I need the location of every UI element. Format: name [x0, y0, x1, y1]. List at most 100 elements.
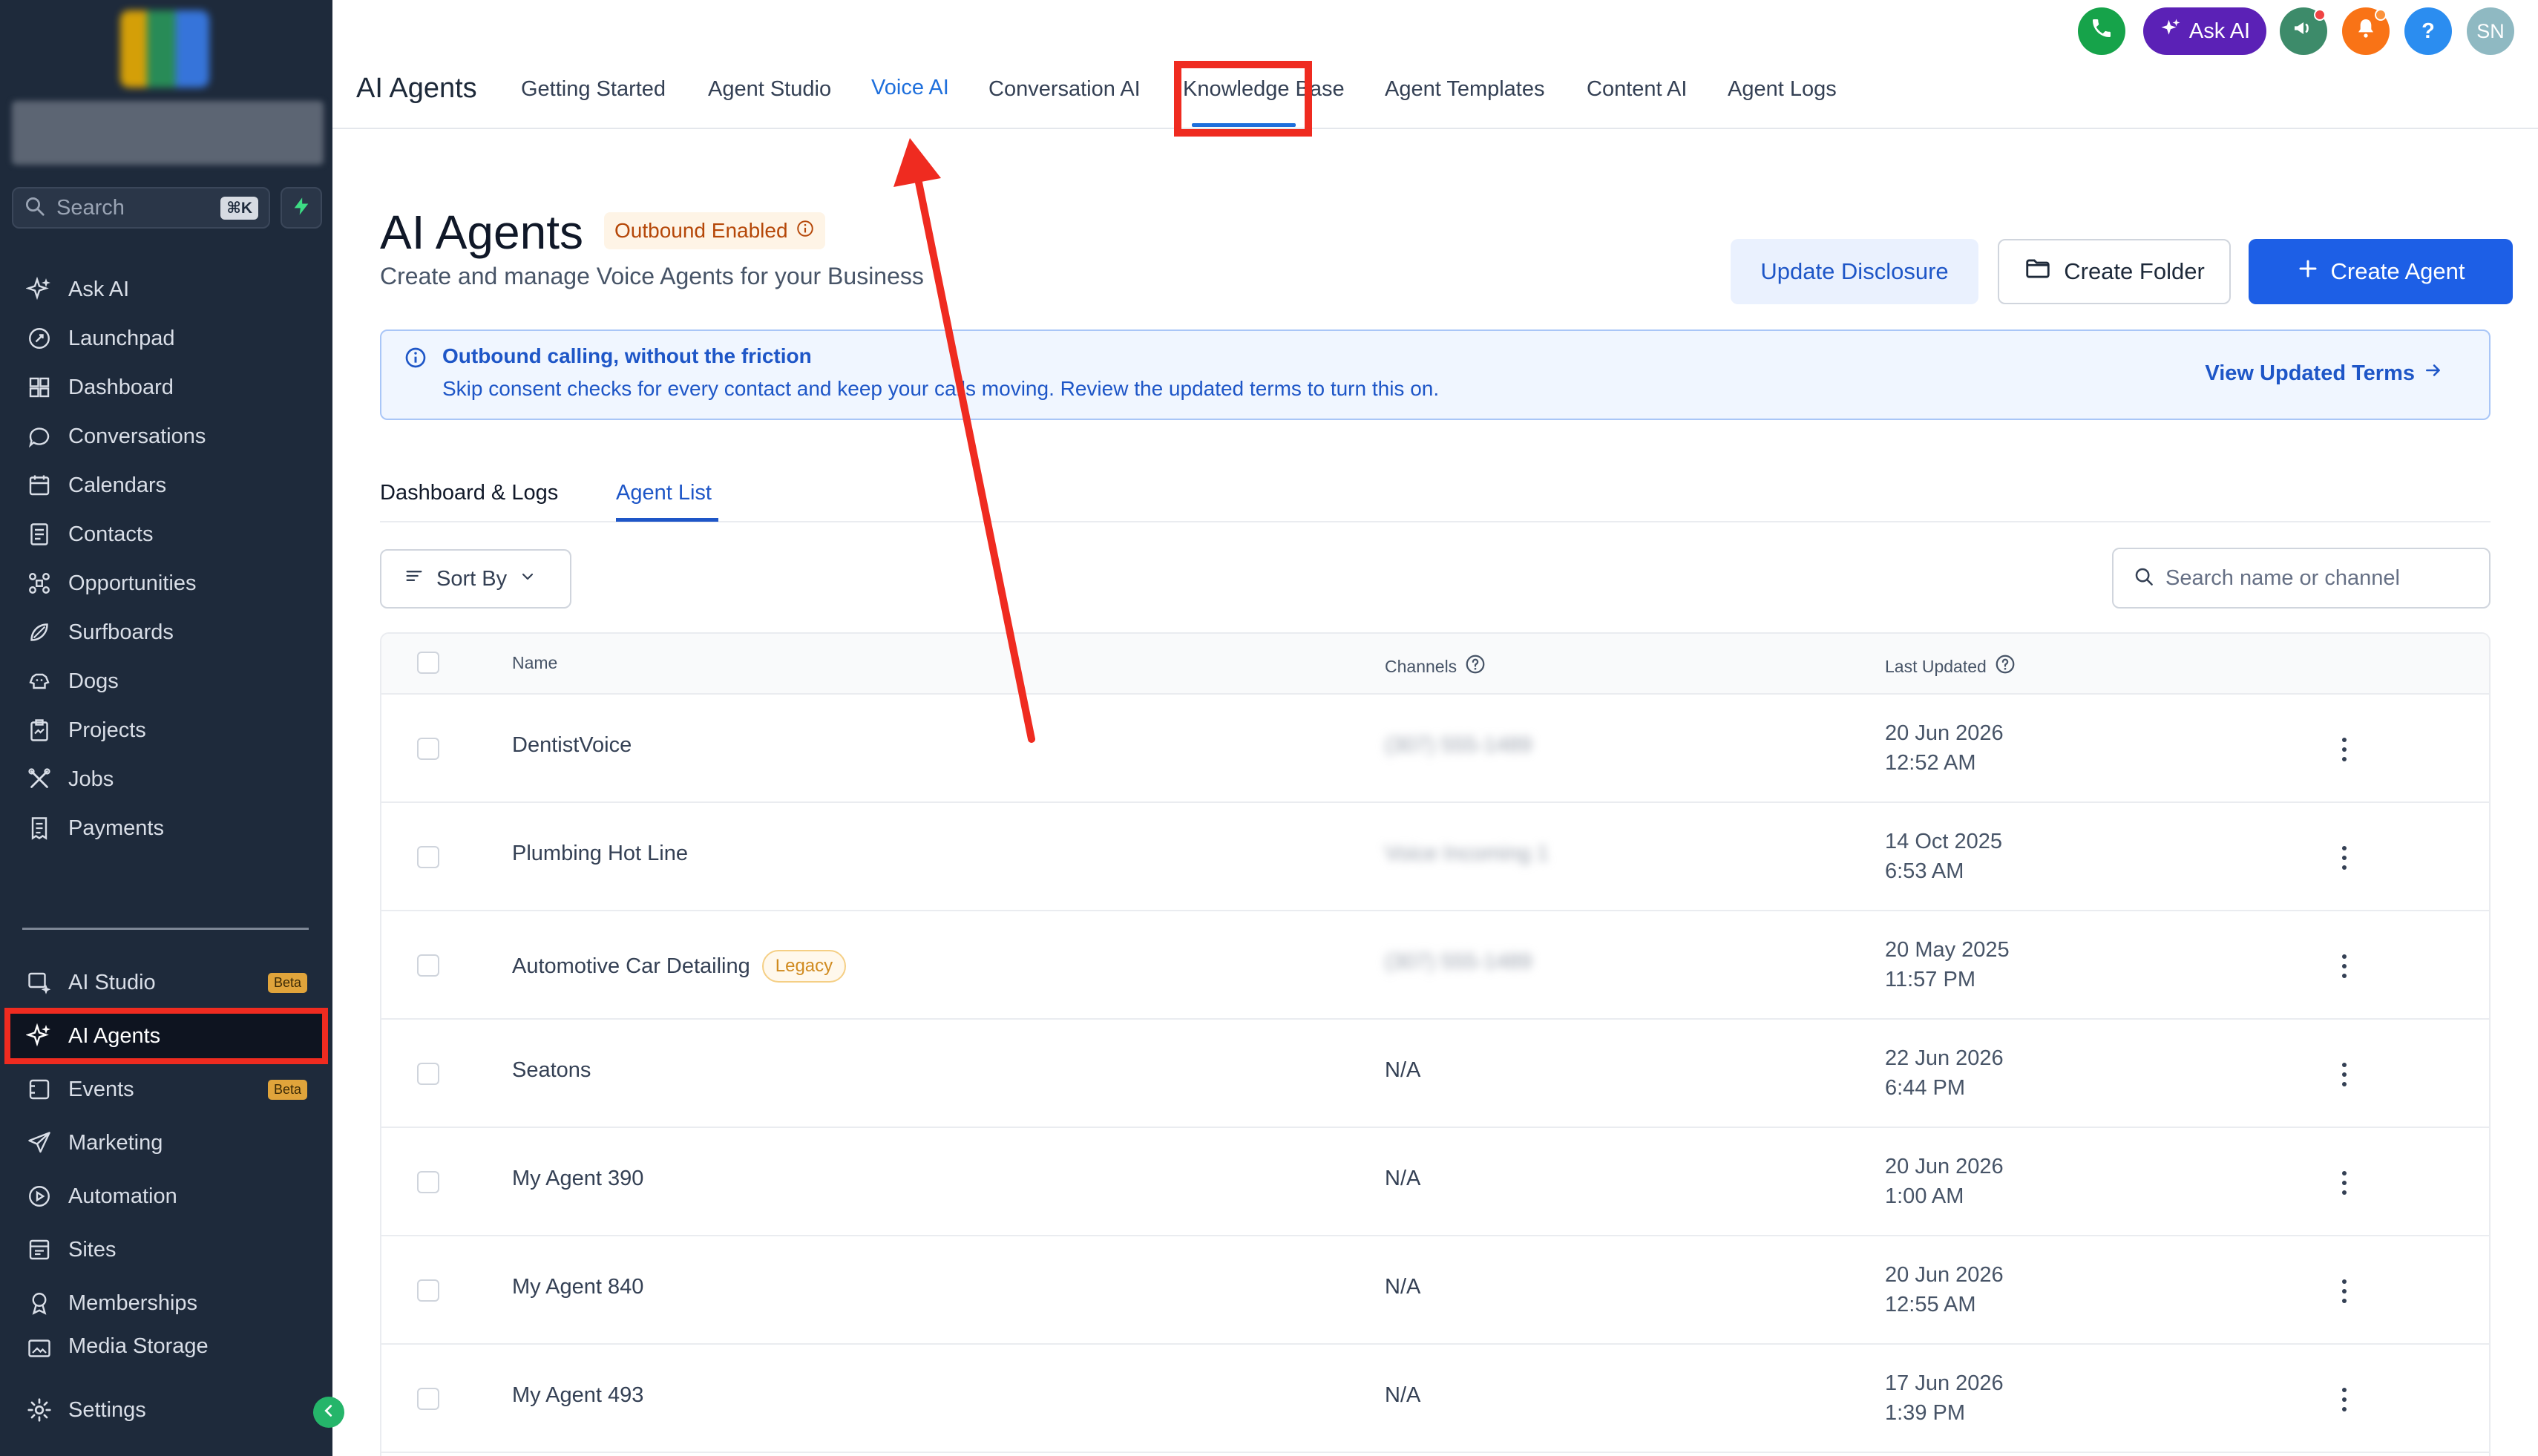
help-circle-icon[interactable] — [1464, 653, 1486, 680]
account-switcher[interactable] — [12, 101, 324, 165]
tab-agent-logs[interactable]: Agent Logs — [1728, 77, 1837, 102]
sidebar-item-label: Surfboards — [68, 620, 174, 644]
table-row[interactable]: My Agent 493 N/A 17 Jun 2026 1:39 PM — [381, 1345, 2489, 1453]
phone-button[interactable] — [2078, 7, 2125, 55]
table-row[interactable]: Automotive Car Detailing Legacy (307) 555-… — [381, 911, 2489, 1020]
sidebar-item-marketing[interactable]: Marketing — [10, 1121, 322, 1165]
last-updated-date: 14 Oct 2025 — [1885, 830, 2002, 853]
agent-search-input[interactable] — [2165, 565, 2477, 591]
select-all-checkbox[interactable] — [417, 652, 439, 674]
user-avatar[interactable]: SN — [2467, 7, 2514, 55]
row-actions-menu-icon[interactable] — [2333, 843, 2355, 873]
tab-dashboard-logs[interactable]: Dashboard & Logs — [380, 481, 558, 505]
row-checkbox[interactable] — [417, 1063, 439, 1085]
agent-name-cell[interactable]: DentistVoice — [512, 733, 632, 758]
tab-agent-list[interactable]: Agent List — [616, 481, 712, 505]
clipboard-icon — [25, 716, 53, 744]
column-header-last-updated[interactable]: Last Updated — [1885, 653, 2016, 680]
sidebar-item-conversations[interactable]: Conversations — [10, 414, 322, 459]
agent-name-cell[interactable]: Automotive Car Detailing Legacy — [512, 950, 847, 983]
last-updated-date: 20 Jun 2026 — [1885, 721, 2004, 745]
quick-action-button[interactable] — [281, 187, 322, 229]
table-row[interactable]: My Agent 390 N/A 20 Jun 2026 1:00 AM — [381, 1128, 2489, 1236]
sidebar-item-opportunities[interactable]: Opportunities — [10, 561, 322, 606]
row-checkbox[interactable] — [417, 1388, 439, 1410]
row-actions-menu-icon[interactable] — [2333, 1168, 2355, 1198]
sidebar-item-contacts[interactable]: Contacts — [10, 512, 322, 557]
create-agent-button[interactable]: Create Agent — [2249, 239, 2513, 304]
avatar-initials: SN — [2476, 19, 2505, 42]
update-disclosure-button[interactable]: Update Disclosure — [1731, 239, 1978, 304]
sidebar-item-automation[interactable]: Automation — [10, 1174, 322, 1219]
tab-agent-studio[interactable]: Agent Studio — [708, 77, 831, 102]
agent-name-cell[interactable]: My Agent 840 — [512, 1275, 643, 1299]
sort-by-dropdown[interactable]: Sort By — [380, 549, 571, 609]
pipeline-icon — [25, 569, 53, 597]
tab-voice-ai[interactable]: Voice AI — [871, 76, 949, 100]
sidebar-item-projects[interactable]: Projects — [10, 708, 322, 752]
bolt-icon — [291, 196, 312, 220]
company-logo[interactable] — [120, 10, 209, 88]
outbound-status-badge: Outbound Enabled — [604, 212, 825, 249]
agent-search-field[interactable] — [2112, 548, 2491, 609]
last-updated-cell: 14 Oct 2025 6:53 AM — [1885, 827, 2002, 886]
sidebar-item-memberships[interactable]: Memberships — [10, 1281, 322, 1325]
row-checkbox[interactable] — [417, 1279, 439, 1302]
tab-content-ai[interactable]: Content AI — [1587, 77, 1687, 102]
tab-conversation-ai[interactable]: Conversation AI — [988, 77, 1141, 102]
sidebar-item-surfboards[interactable]: Surfboards — [10, 610, 322, 655]
view-updated-terms-link[interactable]: View Updated Terms — [2205, 361, 2443, 386]
row-actions-menu-icon[interactable] — [2333, 735, 2355, 764]
row-checkbox[interactable] — [417, 954, 439, 977]
sidebar-search[interactable]: Search ⌘K — [12, 187, 270, 229]
folder-icon — [2024, 255, 2052, 289]
sidebar-item-dogs[interactable]: Dogs — [10, 659, 322, 704]
sidebar-item-settings[interactable]: Settings — [10, 1388, 322, 1432]
help-button[interactable]: ? — [2404, 7, 2452, 55]
sidebar-item-dashboard[interactable]: Dashboard — [10, 365, 322, 410]
sidebar-item-payments[interactable]: Payments — [10, 806, 322, 850]
row-actions-menu-icon[interactable] — [2333, 951, 2355, 981]
sidebar-item-media-storage[interactable]: Media Storage — [10, 1334, 322, 1364]
last-updated-time: 12:52 AM — [1885, 751, 1976, 775]
table-row[interactable]: My Agent 840 N/A 20 Jun 2026 12:55 AM — [381, 1236, 2489, 1345]
table-row[interactable]: Seatons N/A 22 Jun 2026 6:44 PM — [381, 1020, 2489, 1128]
agent-name: DentistVoice — [512, 733, 632, 757]
table-row[interactable]: Plumbing Hot Line Voice Incoming 1 14 Oct … — [381, 803, 2489, 911]
sidebar-item-ask-ai[interactable]: Ask AI — [10, 267, 322, 312]
sidebar-item-events[interactable]: Events Beta — [10, 1067, 322, 1112]
table-row[interactable]: DentistVoice (307) 555-1489 20 Jun 2026 12:… — [381, 695, 2489, 803]
channel-cell: (307) 555-1489 — [1385, 733, 1532, 757]
sidebar-item-jobs[interactable]: Jobs — [10, 757, 322, 801]
column-header-channels[interactable]: Channels — [1385, 653, 1486, 680]
last-updated-time: 11:57 PM — [1885, 968, 1975, 991]
ask-ai-button[interactable]: Ask AI — [2143, 7, 2266, 55]
last-updated-date: 17 Jun 2026 — [1885, 1371, 2004, 1395]
info-icon[interactable] — [796, 219, 815, 243]
help-circle-icon[interactable] — [1994, 653, 2016, 680]
column-header-name[interactable]: Name — [512, 653, 557, 673]
sidebar-item-ai-studio[interactable]: AI Studio Beta — [10, 960, 322, 1005]
tab-agent-templates[interactable]: Agent Templates — [1385, 77, 1545, 102]
row-checkbox[interactable] — [417, 1171, 439, 1193]
agent-name-cell[interactable]: My Agent 493 — [512, 1383, 643, 1408]
agent-name-cell[interactable]: Seatons — [512, 1058, 591, 1083]
row-actions-menu-icon[interactable] — [2333, 1276, 2355, 1306]
sparkle-icon — [2160, 17, 2182, 45]
row-checkbox[interactable] — [417, 738, 439, 760]
row-actions-menu-icon[interactable] — [2333, 1385, 2355, 1414]
active-subtab-indicator — [616, 518, 718, 522]
tab-getting-started[interactable]: Getting Started — [521, 77, 666, 102]
sidebar-item-calendars[interactable]: Calendars — [10, 463, 322, 508]
agent-name: Plumbing Hot Line — [512, 842, 688, 865]
agent-name-cell[interactable]: Plumbing Hot Line — [512, 842, 688, 866]
agent-name-cell[interactable]: My Agent 390 — [512, 1167, 643, 1191]
banner-text: Skip consent checks for every contact an… — [442, 377, 1440, 400]
sidebar-item-launchpad[interactable]: Launchpad — [10, 316, 322, 361]
column-last-updated-label: Last Updated — [1885, 656, 1987, 676]
create-folder-button[interactable]: Create Folder — [1998, 239, 2231, 304]
row-checkbox[interactable] — [417, 846, 439, 868]
sidebar-item-sites[interactable]: Sites — [10, 1227, 322, 1272]
sidebar-item-ai-agents[interactable]: AI Agents — [4, 1008, 328, 1064]
row-actions-menu-icon[interactable] — [2333, 1060, 2355, 1089]
